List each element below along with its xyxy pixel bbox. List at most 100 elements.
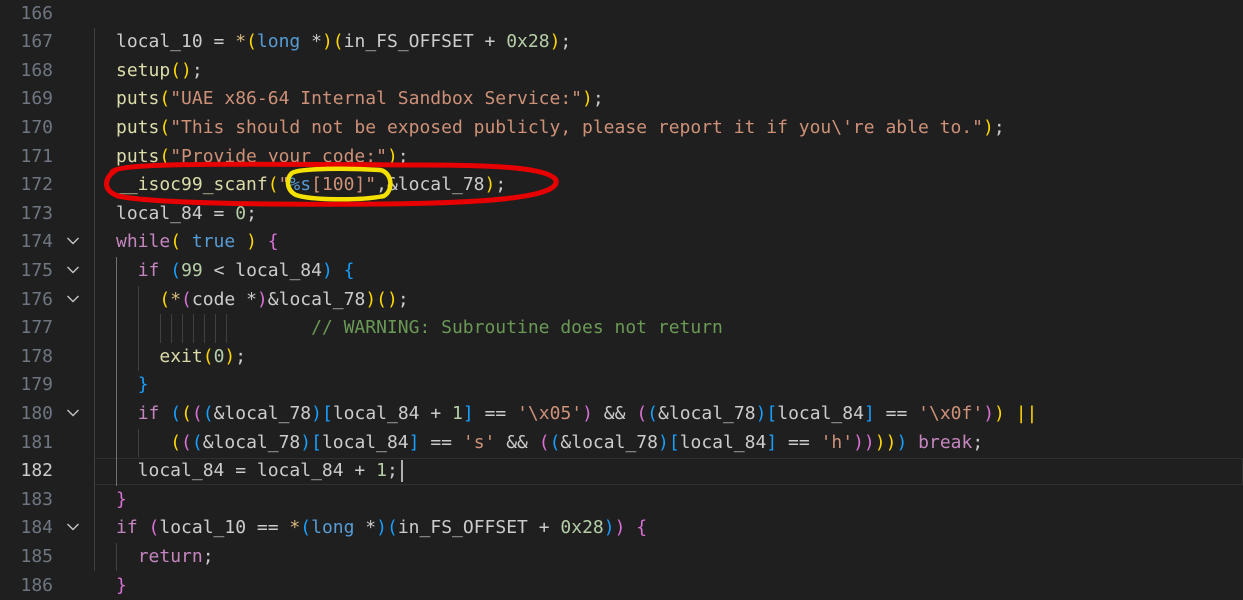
line-number: 180: [0, 400, 53, 429]
text-cursor: [401, 460, 403, 482]
code-token: (: [387, 517, 398, 538]
code-token: {: [344, 260, 355, 281]
code-token: [1005, 403, 1016, 424]
code-line[interactable]: 170puts("This should not be exposed publ…: [0, 114, 1243, 143]
code-token: (: [159, 117, 170, 138]
code-token: < local_84: [203, 260, 322, 281]
code-token: ;: [203, 546, 214, 567]
code-token: [333, 260, 344, 281]
code-token: [235, 231, 246, 252]
code-token: *: [235, 31, 246, 52]
code-line[interactable]: 171puts("Provide your code:");: [0, 143, 1243, 172]
code-token: }: [116, 489, 127, 510]
line-number: 169: [0, 85, 53, 114]
code-token: puts: [116, 117, 159, 138]
code-line[interactable]: 172__isoc99_scanf("%s[100]",&local_78);: [0, 171, 1243, 200]
code-token: if: [138, 403, 160, 424]
code-line[interactable]: 169puts("UAE x86-64 Internal Sandbox Ser…: [0, 85, 1243, 114]
code-text: local_84 = 0;: [116, 200, 257, 229]
code-token: )): [853, 432, 875, 453]
code-line[interactable]: 176 (*(code *)&local_78)();: [0, 286, 1243, 315]
code-token: [116, 546, 138, 567]
code-line[interactable]: 166: [0, 0, 1243, 28]
code-text: while( true ) {: [116, 228, 279, 257]
line-number: 184: [0, 514, 53, 543]
code-editor[interactable]: 166167local_10 = *(long *)(in_FS_OFFSET …: [0, 0, 1243, 585]
code-token: ;: [560, 31, 571, 52]
code-token: *: [170, 289, 181, 310]
code-line[interactable]: 175 if (99 < local_84) {: [0, 257, 1243, 286]
fold-chevron-icon[interactable]: [64, 400, 84, 429]
fold-chevron-icon[interactable]: [64, 286, 84, 315]
code-token: puts: [116, 146, 159, 167]
code-token: (: [539, 432, 550, 453]
code-token: (: [203, 403, 214, 424]
code-token: 'h': [821, 432, 854, 453]
fold-chevron-icon[interactable]: [64, 257, 84, 286]
code-line[interactable]: 168setup();: [0, 57, 1243, 86]
code-token: ): [582, 88, 593, 109]
code-text: }: [116, 486, 127, 515]
code-token: ,&local_78: [376, 174, 484, 195]
code-line[interactable]: 181 (((&local_78)[local_84] == 's' && ((…: [0, 429, 1243, 458]
code-token: ;: [994, 117, 1005, 138]
line-number: 182: [0, 457, 53, 486]
line-number: 177: [0, 314, 53, 343]
code-token: local_84: [680, 432, 767, 453]
code-token: ): [983, 403, 994, 424]
code-token: [: [669, 432, 680, 453]
code-token: &local_78: [560, 432, 658, 453]
code-token: (: [181, 403, 192, 424]
code-token: [116, 403, 138, 424]
code-token: puts: [116, 88, 159, 109]
code-line[interactable]: 178 exit(0);: [0, 343, 1243, 372]
code-token: [116, 289, 159, 310]
fold-chevron-icon[interactable]: [64, 514, 84, 543]
code-token: setup: [116, 60, 170, 81]
code-token: ): [322, 260, 333, 281]
code-token: ==: [420, 432, 463, 453]
code-token: [116, 432, 170, 453]
code-token: 1: [452, 403, 463, 424]
code-token: 0: [235, 203, 246, 224]
code-token: 1: [376, 460, 387, 481]
code-token: '\x05': [517, 403, 582, 424]
code-token: (: [170, 260, 181, 281]
code-token: ]: [766, 432, 777, 453]
code-line[interactable]: 179 }: [0, 371, 1243, 400]
code-line[interactable]: 174while( true ) {: [0, 228, 1243, 257]
code-text: if ((((&local_78)[local_84 + 1] == '\x05…: [116, 400, 1037, 429]
code-line[interactable]: 173local_84 = 0;: [0, 200, 1243, 229]
code-token: ;: [398, 146, 409, 167]
code-line[interactable]: 177 // WARNING: Subroutine does not retu…: [0, 314, 1243, 343]
code-token: (: [170, 403, 181, 424]
code-token: (: [181, 432, 192, 453]
code-line[interactable]: 184if (local_10 == *(long *)(in_FS_OFFSE…: [0, 514, 1243, 543]
code-line[interactable]: 182 local_84 = local_84 + 1;: [0, 457, 1243, 486]
code-token: in_FS_OFFSET +: [398, 517, 561, 538]
code-token: if: [116, 517, 138, 538]
code-token: ;: [235, 346, 246, 367]
code-token: ;: [387, 460, 398, 481]
code-token: (: [192, 403, 203, 424]
code-token: (: [636, 403, 647, 424]
code-text: // WARNING: Subroutine does not return: [116, 314, 723, 343]
code-line[interactable]: 183}: [0, 486, 1243, 515]
line-number: 178: [0, 343, 53, 372]
code-line[interactable]: 180 if ((((&local_78)[local_84 + 1] == '…: [0, 400, 1243, 429]
code-text: setup();: [116, 57, 203, 86]
code-text: puts("Provide your code:");: [116, 143, 409, 172]
fold-chevron-icon[interactable]: [64, 228, 84, 257]
code-token: {: [268, 231, 279, 252]
code-token: *: [354, 517, 376, 538]
code-line[interactable]: 167local_10 = *(long *)(in_FS_OFFSET + 0…: [0, 28, 1243, 57]
code-token: 99: [181, 260, 203, 281]
code-line[interactable]: 185 return;: [0, 543, 1243, 572]
code-token: (: [159, 289, 170, 310]
line-number: 167: [0, 28, 53, 57]
code-text: exit(0);: [116, 343, 246, 372]
code-token: (): [170, 60, 192, 81]
code-token: [: [766, 403, 777, 424]
code-token: &&: [593, 403, 636, 424]
code-line[interactable]: 186}: [0, 572, 1243, 600]
